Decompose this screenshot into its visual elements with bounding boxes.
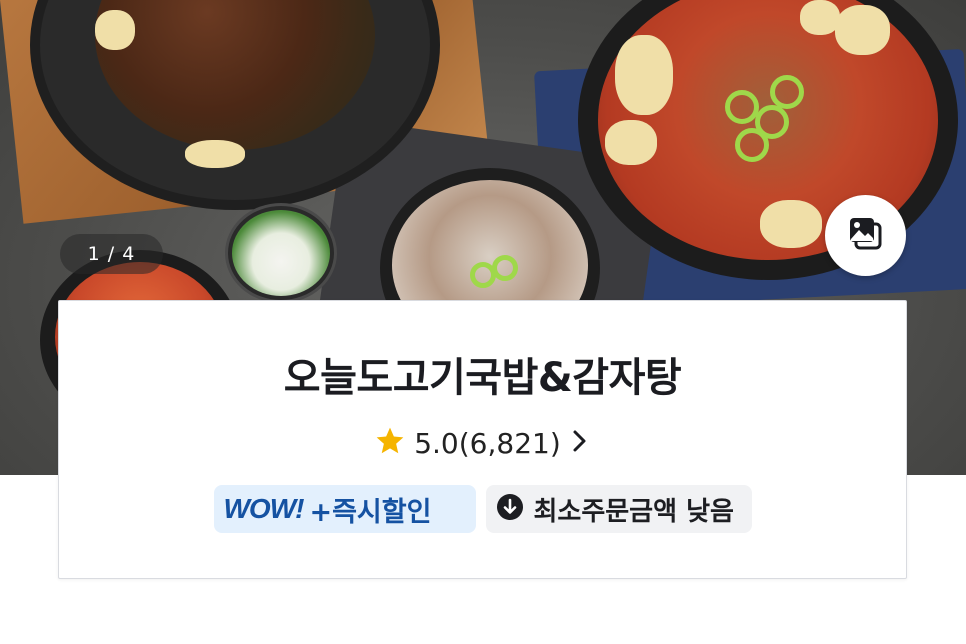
rating-link[interactable]: 5.0(6,821) (59, 423, 906, 463)
scallion (735, 128, 769, 162)
wow-logo: WOW! (223, 493, 305, 524)
store-info-card: 오늘도고기국밥&감자탕 5.0(6,821) WOW! +즉시할인 최소주문금액… (58, 300, 907, 579)
store-name: 오늘도고기국밥&감자탕 (283, 355, 682, 401)
rating-text: 5.0(6,821) (414, 426, 561, 460)
gallery-icon (846, 214, 886, 258)
min-order-badge: 최소주문금액 낮음 (485, 485, 752, 533)
potato (615, 35, 673, 115)
scallion (725, 90, 759, 124)
badge-row: WOW! +즉시할인 최소주문금액 낮음 (59, 485, 906, 533)
image-counter: 1 / 4 (60, 234, 163, 274)
scallion (770, 75, 804, 109)
potato (95, 10, 135, 50)
wow-discount-label: +즉시할인 (309, 496, 432, 528)
min-order-label: 최소주문금액 낮음 (533, 496, 734, 527)
potato (800, 0, 840, 35)
potato (760, 200, 822, 248)
onion-pepper-side (232, 210, 330, 296)
potato (185, 140, 245, 168)
potato (605, 120, 657, 165)
wow-discount-badge: WOW! +즉시할인 (213, 485, 476, 533)
star-icon (374, 425, 406, 461)
potato (835, 5, 890, 55)
arrow-down-circle-icon (496, 493, 524, 525)
chevron-right-icon (569, 426, 591, 460)
gallery-button[interactable] (825, 195, 906, 276)
scallion (492, 255, 518, 281)
